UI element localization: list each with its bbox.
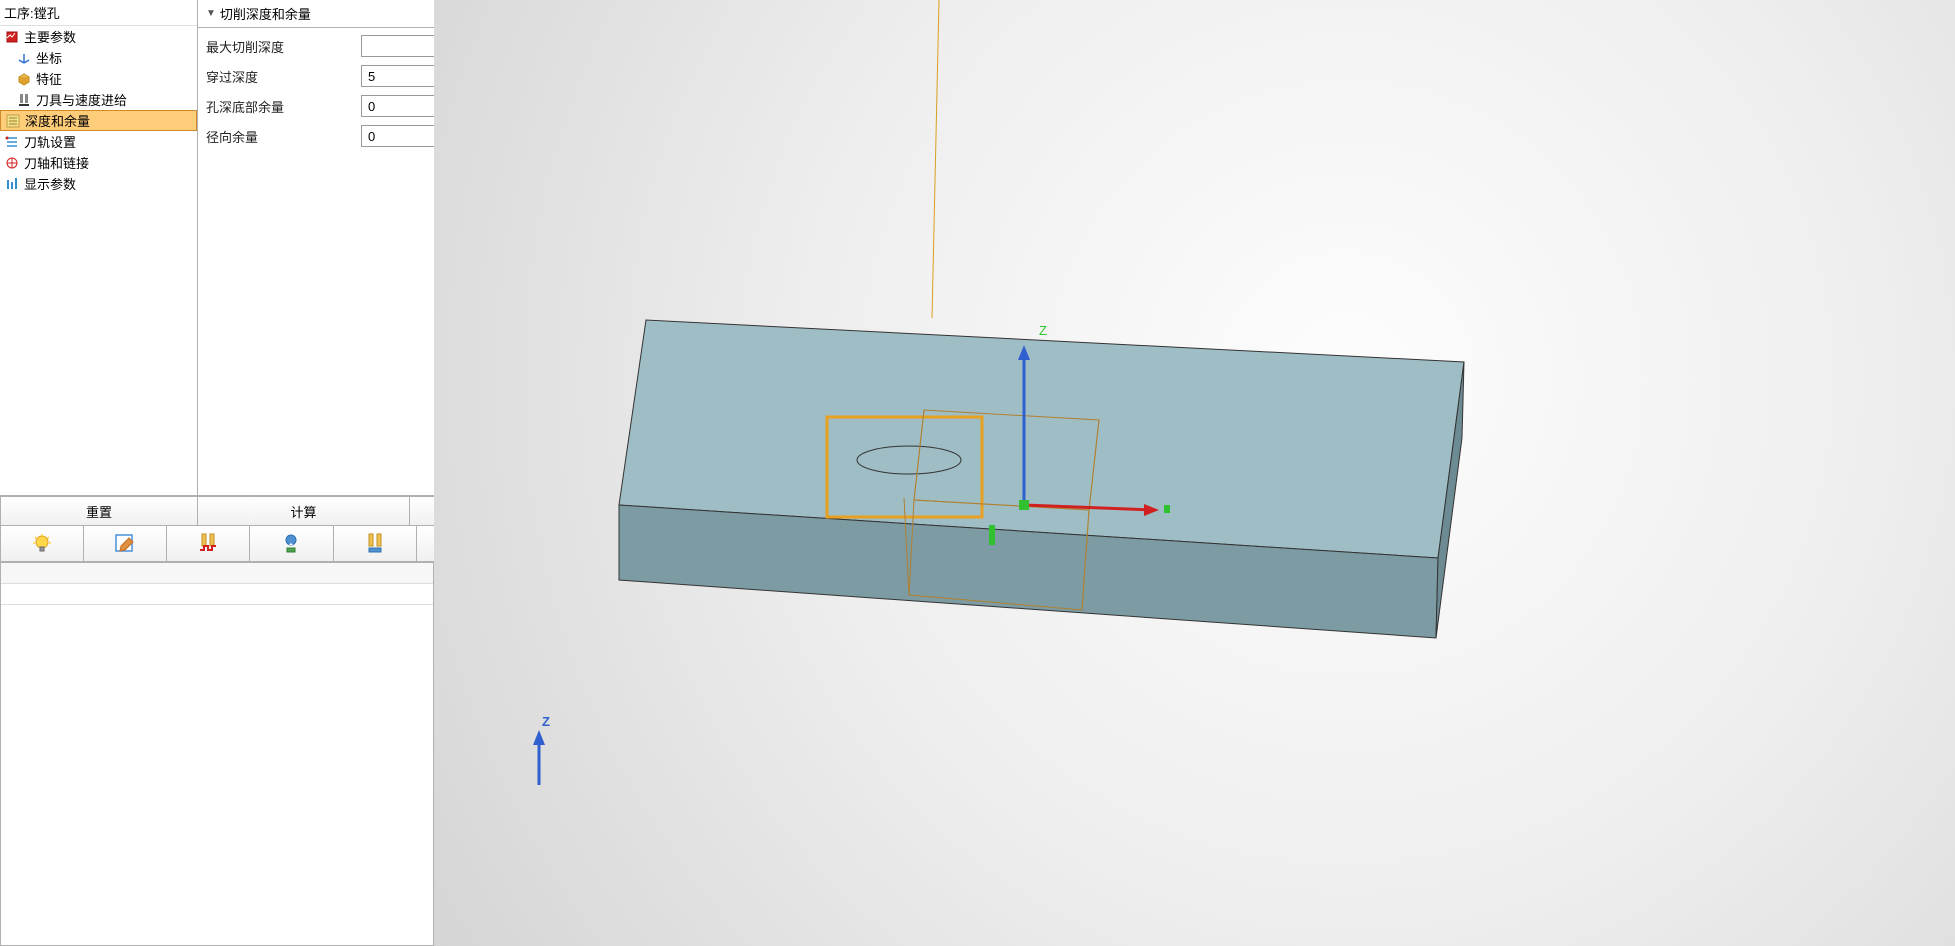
tree-item-label: 刀轴和链接 <box>24 153 89 172</box>
transfer-icon <box>279 532 303 556</box>
calculate-button[interactable]: 计算 <box>198 496 410 526</box>
tree-item-main-params[interactable]: 主要参数 <box>0 26 197 47</box>
tree-items-container: 主要参数坐标特征刀具与速度进给深度和余量刀轨设置刀轴和链接显示参数 <box>0 26 197 495</box>
tree-item-label: 显示参数 <box>24 174 76 193</box>
lightbulb-button[interactable] <box>1 526 84 561</box>
tree-item-coord[interactable]: 坐标 <box>0 47 197 68</box>
toolpath-button[interactable] <box>167 526 250 561</box>
tree-item-label: 刀轨设置 <box>24 132 76 151</box>
tree-item-label: 主要参数 <box>24 27 76 46</box>
tree-item-axis[interactable]: 刀轴和链接 <box>0 152 197 173</box>
param-label: 穿过深度 <box>206 67 361 86</box>
tool-icon <box>16 92 32 108</box>
tree-item-display[interactable]: 显示参数 <box>0 173 197 194</box>
tools-button[interactable] <box>334 526 417 561</box>
tree-header: 工序:镗孔 <box>0 0 197 26</box>
tools-icon <box>363 532 387 556</box>
tree-item-label: 深度和余量 <box>25 111 90 130</box>
workpiece-block <box>619 320 1464 638</box>
display-icon <box>4 176 20 192</box>
edit-button[interactable] <box>84 526 167 561</box>
main-params-icon <box>4 29 20 45</box>
message-line <box>1 563 433 584</box>
tree-item-toolpath[interactable]: 刀轨设置 <box>0 131 197 152</box>
message-line <box>1 584 433 605</box>
feature-icon <box>16 71 32 87</box>
depth-icon <box>5 113 21 129</box>
toolpath-icon <box>196 532 220 556</box>
coord-icon <box>16 50 32 66</box>
tree-item-label: 坐标 <box>36 48 62 67</box>
axis-icon <box>4 155 20 171</box>
reset-button[interactable]: 重置 <box>0 496 198 526</box>
tree-item-tool[interactable]: 刀具与速度进给 <box>0 89 197 110</box>
svg-text:Z: Z <box>542 714 550 729</box>
tool-axis-line <box>932 0 939 318</box>
svg-text:Z: Z <box>1039 323 1047 338</box>
message-area <box>0 562 434 946</box>
param-label: 孔深底部余量 <box>206 97 361 116</box>
operation-tree: 工序:镗孔 主要参数坐标特征刀具与速度进给深度和余量刀轨设置刀轴和链接显示参数 <box>0 0 198 495</box>
viewport-canvas: Z Z <box>434 0 1955 946</box>
tree-item-feature[interactable]: 特征 <box>0 68 197 89</box>
tree-item-label: 特征 <box>36 69 62 88</box>
edit-icon <box>113 532 137 556</box>
axis-indicator: Z <box>533 714 550 785</box>
tree-item-label: 刀具与速度进给 <box>36 90 127 109</box>
tree-item-depth[interactable]: 深度和余量 <box>0 110 197 131</box>
param-label: 径向余量 <box>206 127 361 146</box>
collapse-arrow-icon: ▼ <box>206 8 216 19</box>
param-label: 最大切削深度 <box>206 37 361 56</box>
transfer-button[interactable] <box>250 526 333 561</box>
viewport-3d[interactable]: Z Z <box>434 0 1955 946</box>
lightbulb-icon <box>30 532 54 556</box>
panel-title: 切削深度和余量 <box>220 4 311 23</box>
toolpath-icon <box>4 134 20 150</box>
